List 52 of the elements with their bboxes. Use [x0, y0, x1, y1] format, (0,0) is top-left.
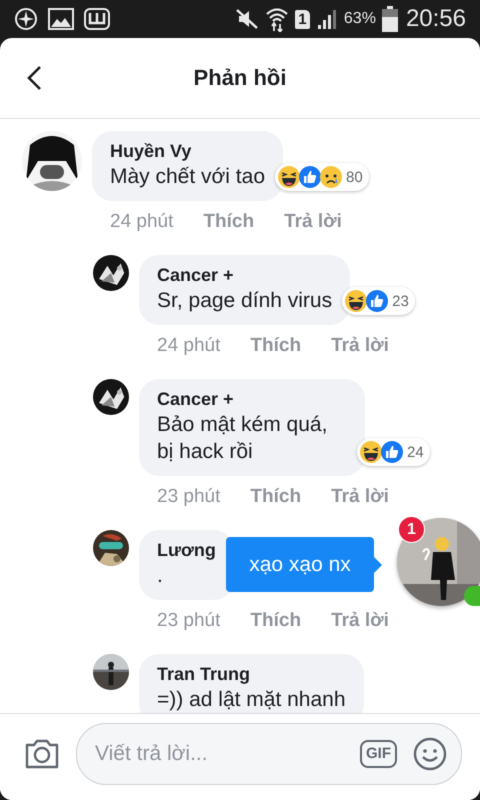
comment-text: . [157, 563, 164, 589]
camera-icon[interactable] [24, 738, 60, 770]
comment-time: 24 phút [157, 335, 220, 357]
sim-slot-icon: 1 [294, 10, 310, 28]
reply-link[interactable]: Trả lời [331, 335, 389, 357]
like-link[interactable]: Thích [250, 610, 302, 632]
commenter-name[interactable]: Cancer + [157, 388, 347, 411]
battery-icon [382, 6, 398, 32]
commenter-name[interactable]: Huyền Vy [110, 140, 265, 163]
like-link[interactable]: Thích [250, 486, 302, 508]
clock: 20:56 [406, 5, 466, 33]
commenter-name[interactable]: Tran Trung [157, 663, 346, 686]
compass-icon [14, 7, 38, 31]
reply-link[interactable]: Trả lời [331, 486, 389, 508]
signal-icon [316, 8, 338, 30]
chat-message-bubble[interactable]: xạo xạo nx [226, 537, 374, 592]
thumbs-up-icon [365, 289, 390, 313]
reaction-count: 24 [407, 444, 424, 460]
reaction-summary[interactable]: 24 [357, 438, 430, 466]
gif-button[interactable]: GIF [360, 740, 397, 768]
comment-time: 23 phút [157, 610, 220, 632]
thumbs-up-icon [298, 165, 322, 189]
thumbs-up-icon [380, 440, 404, 464]
comment-text: Mày chết với tao [110, 164, 265, 190]
comment-text: =)) ad lật mặt nhanh [157, 687, 346, 713]
comment-time: 24 phút [110, 211, 174, 233]
emoji-icon[interactable] [413, 737, 447, 771]
reaction-summary[interactable]: 23 [342, 287, 415, 315]
comment-time: 23 phút [157, 486, 220, 508]
battery-percentage: 63% [344, 10, 376, 28]
image-icon [48, 8, 74, 30]
page-title: Phản hồi [194, 65, 286, 91]
wifi-icon [264, 6, 289, 32]
sad-face-icon [319, 165, 343, 189]
mute-icon [234, 8, 259, 30]
comment-text: Sr, page dính virus [157, 288, 332, 314]
comment-text: Bảo mật kém quá, bị hack rồi [157, 412, 328, 465]
reply-link[interactable]: Trả lời [331, 610, 389, 632]
reaction-count: 80 [346, 168, 363, 186]
laughing-face-icon [359, 440, 383, 464]
laughing-face-icon [277, 165, 301, 189]
bubble-pointer [373, 556, 382, 574]
like-link[interactable]: Thích [203, 211, 254, 233]
reply-field[interactable]: Viết trả lời... GIF [76, 723, 462, 785]
laughing-face-icon [344, 289, 368, 313]
app-icon [84, 8, 110, 30]
commenter-name[interactable]: Lương [157, 539, 216, 562]
reaction-summary[interactable]: 80 [275, 163, 369, 191]
reply-link[interactable]: Trả lời [284, 211, 342, 233]
commenter-name[interactable]: Cancer + [157, 264, 332, 287]
like-link[interactable]: Thích [250, 335, 302, 357]
reaction-count: 23 [392, 292, 409, 310]
